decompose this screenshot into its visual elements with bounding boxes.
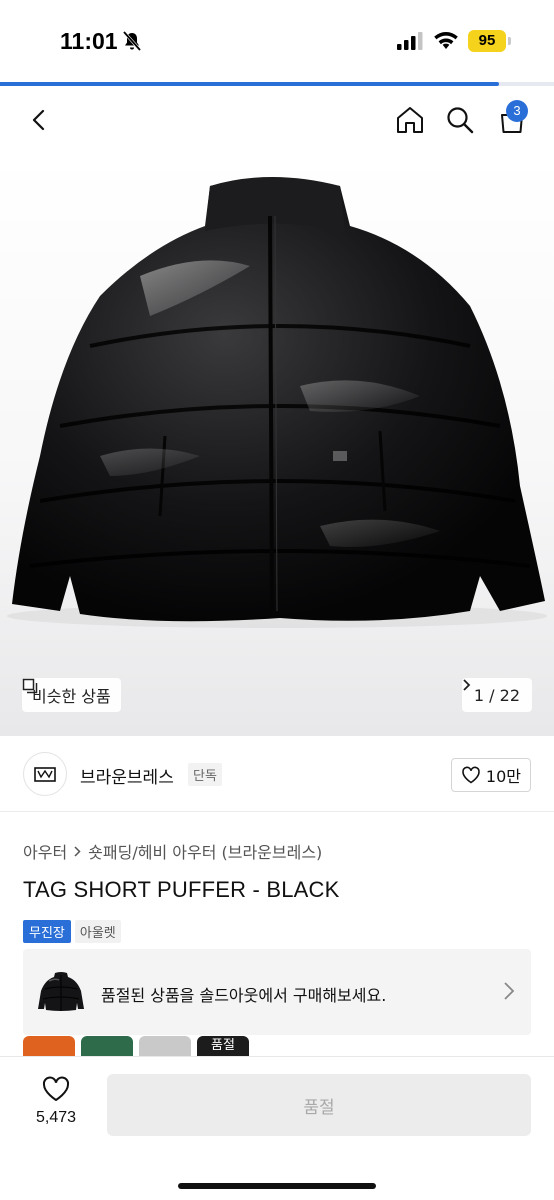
buy-button-soldout[interactable]: 품절 bbox=[107, 1074, 531, 1136]
exclusive-tag: 단독 bbox=[188, 763, 222, 786]
brand-like-count: 10만 bbox=[485, 767, 521, 786]
copy-icon bbox=[22, 678, 38, 694]
soldout-banner-text: 품절된 상품을 솔드아웃에서 구매해보세요. bbox=[101, 986, 387, 1005]
wifi-icon bbox=[434, 32, 458, 49]
home-indicator bbox=[178, 1183, 376, 1189]
color-option-black[interactable]: 품절 bbox=[197, 1036, 249, 1058]
brand-like-button[interactable]: 10만 bbox=[450, 758, 531, 792]
image-counter-button[interactable]: 1 / 22 bbox=[461, 678, 532, 712]
mujinjang-badge: 무진장 bbox=[23, 920, 71, 943]
image-counter: 1 / 22 bbox=[473, 685, 520, 705]
bottom-action-bar: 5,473 품절 bbox=[0, 1056, 554, 1200]
status-time: 11:01 bbox=[60, 28, 118, 54]
product-photo-puffer-jacket bbox=[7, 177, 547, 628]
top-navigation bbox=[0, 86, 554, 156]
search-button[interactable] bbox=[440, 100, 480, 140]
battery-level: 95 bbox=[468, 30, 506, 52]
wishlist-button[interactable]: 5,473 bbox=[22, 1075, 90, 1127]
home-button[interactable] bbox=[390, 100, 430, 140]
heart-icon bbox=[42, 1076, 70, 1102]
product-title: TAG SHORT PUFFER - BLACK bbox=[23, 877, 340, 902]
status-bar: 11:01 95 bbox=[0, 0, 554, 82]
breadcrumb: 아우터 숏패딩/헤비 아우터 (브라운브레스) bbox=[23, 839, 322, 863]
similar-products-label: 비슷한 상품 bbox=[32, 687, 111, 706]
bell-slash-icon bbox=[122, 31, 142, 51]
color-option-gray[interactable] bbox=[139, 1036, 191, 1058]
soldout-label: 품절 bbox=[211, 1038, 235, 1053]
battery-tip bbox=[508, 37, 511, 45]
wishlist-count: 5,473 bbox=[35, 1109, 77, 1126]
soldout-banner[interactable]: 품절된 상품을 솔드아웃에서 구매해보세요. bbox=[23, 949, 531, 1035]
color-option-green[interactable] bbox=[81, 1036, 133, 1058]
chevron-left-icon bbox=[32, 109, 45, 131]
heart-icon bbox=[462, 766, 480, 784]
brand-logo[interactable] bbox=[23, 752, 67, 796]
product-badges: 무진장 아울렛 bbox=[23, 920, 121, 943]
brand-logo-mark bbox=[34, 767, 56, 782]
home-icon bbox=[397, 107, 423, 133]
color-options: 품절 bbox=[23, 1036, 249, 1058]
breadcrumb-subcategory[interactable]: 숏패딩/헤비 아우터 (브라운브레스) bbox=[88, 839, 322, 863]
chevron-right-icon bbox=[463, 679, 471, 691]
cart-count-badge: 3 bbox=[506, 100, 528, 122]
similar-products-button[interactable]: 비슷한 상품 bbox=[22, 678, 121, 712]
breadcrumb-category[interactable]: 아우터 bbox=[23, 839, 67, 863]
outlet-badge: 아울렛 bbox=[74, 920, 121, 943]
cellular-signal-icon bbox=[397, 32, 423, 50]
brand-row: 브라운브레스 단독 10만 bbox=[0, 736, 554, 812]
search-icon bbox=[447, 107, 474, 134]
chevron-right-icon bbox=[504, 982, 515, 1000]
product-image-gallery[interactable]: 비슷한 상품 1 / 22 bbox=[0, 156, 554, 736]
brand-name[interactable]: 브라운브레스 bbox=[80, 763, 174, 788]
back-button[interactable] bbox=[20, 100, 60, 140]
jacket-thumbnail bbox=[38, 972, 84, 1011]
color-option-orange[interactable] bbox=[23, 1036, 75, 1058]
chevron-right-icon bbox=[74, 845, 81, 857]
